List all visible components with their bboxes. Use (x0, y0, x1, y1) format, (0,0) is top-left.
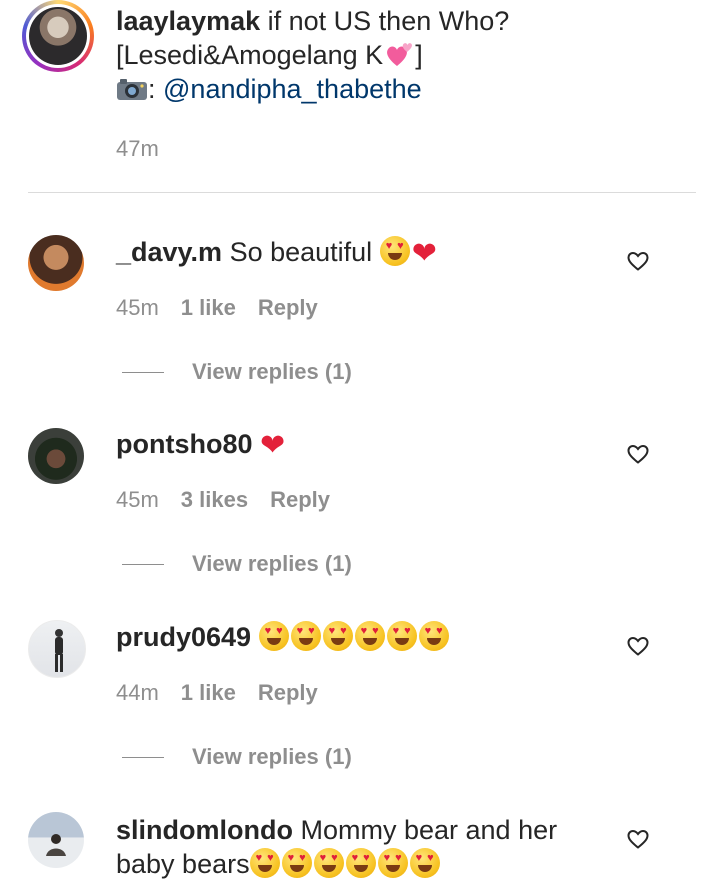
comment-likes[interactable]: 1 like (181, 295, 236, 321)
comment-meta: 45m 3 likes Reply (116, 487, 330, 513)
post-author-avatar[interactable] (22, 0, 94, 72)
heart-eyes-emoji (345, 848, 376, 878)
camera-icon (117, 79, 147, 100)
heart-eyes-emoji (379, 236, 410, 266)
replies-divider (122, 564, 164, 565)
commenter-avatar[interactable] (28, 235, 84, 291)
reply-button[interactable]: Reply (258, 295, 318, 321)
comment-time: 44m (116, 680, 159, 705)
comment-username[interactable]: pontsho80 (116, 429, 253, 459)
post-author-username[interactable]: laaylaymak (116, 6, 260, 36)
view-replies-button[interactable]: View replies (1) (192, 744, 352, 770)
red-heart-emoji: ❤ (411, 237, 437, 270)
comment-text: pontsho80 ❤ (116, 427, 616, 463)
comment-meta: 44m 1 like Reply (116, 680, 318, 706)
like-heart-icon[interactable] (626, 442, 650, 466)
heart-eyes-emoji (409, 848, 440, 878)
heart-eyes-emoji (322, 621, 353, 651)
post-timestamp: 47m (116, 136, 159, 161)
caption-text-2-end: ] (415, 40, 423, 70)
caption-text-3: : (148, 74, 164, 104)
avatar-figure (46, 834, 66, 856)
comment-time: 45m (116, 295, 159, 320)
heart-eyes-emoji (258, 621, 289, 651)
commenter-avatar[interactable] (28, 620, 86, 678)
heart-eyes-emoji (281, 848, 312, 878)
caption-text-2: [Lesedi&Amogelang K (116, 40, 384, 70)
comment-text: slindomlondo Mommy bear and her baby bea… (116, 813, 616, 881)
reply-button[interactable]: Reply (270, 487, 330, 513)
view-replies-button[interactable]: View replies (1) (192, 551, 352, 577)
heart-eyes-emoji (313, 848, 344, 878)
reply-button[interactable]: Reply (258, 680, 318, 706)
divider (28, 192, 696, 193)
comment-likes[interactable]: 1 like (181, 680, 236, 706)
comment-text: _davy.m So beautiful ❤ (116, 235, 616, 271)
view-replies-button[interactable]: View replies (1) (192, 359, 352, 385)
comment-username[interactable]: _davy.m (116, 237, 222, 267)
heart-eyes-emoji (354, 621, 385, 651)
heart-eyes-emoji (418, 621, 449, 651)
comment-username[interactable]: prudy0649 (116, 622, 251, 652)
replies-divider (122, 757, 164, 758)
heart-eyes-emoji (377, 848, 408, 878)
replies-divider (122, 372, 164, 373)
comment-body (253, 429, 261, 459)
like-heart-icon[interactable] (626, 634, 650, 658)
two-hearts-emoji (387, 43, 413, 66)
comment-meta: 45m 1 like Reply (116, 295, 318, 321)
mention-link[interactable]: @nandipha_thabethe (163, 74, 422, 104)
caption-text-1: if not US then Who? (260, 6, 510, 36)
like-heart-icon[interactable] (626, 249, 650, 273)
like-heart-icon[interactable] (626, 827, 650, 851)
comment-likes[interactable]: 3 likes (181, 487, 248, 513)
post-caption: laaylaymak if not US then Who? [Lesedi&A… (116, 4, 676, 106)
comment-username[interactable]: slindomlondo (116, 815, 293, 845)
comment-text: prudy0649 (116, 620, 616, 654)
heart-eyes-emoji (386, 621, 417, 651)
heart-eyes-emoji (249, 848, 280, 878)
comment-time: 45m (116, 487, 159, 512)
red-heart-emoji: ❤ (260, 429, 286, 462)
commenter-avatar[interactable] (28, 428, 84, 484)
comment-body: So beautiful (222, 237, 380, 267)
comment-body (251, 622, 259, 652)
heart-eyes-emoji (290, 621, 321, 651)
commenter-avatar[interactable] (28, 812, 84, 868)
avatar-figure (55, 629, 63, 672)
